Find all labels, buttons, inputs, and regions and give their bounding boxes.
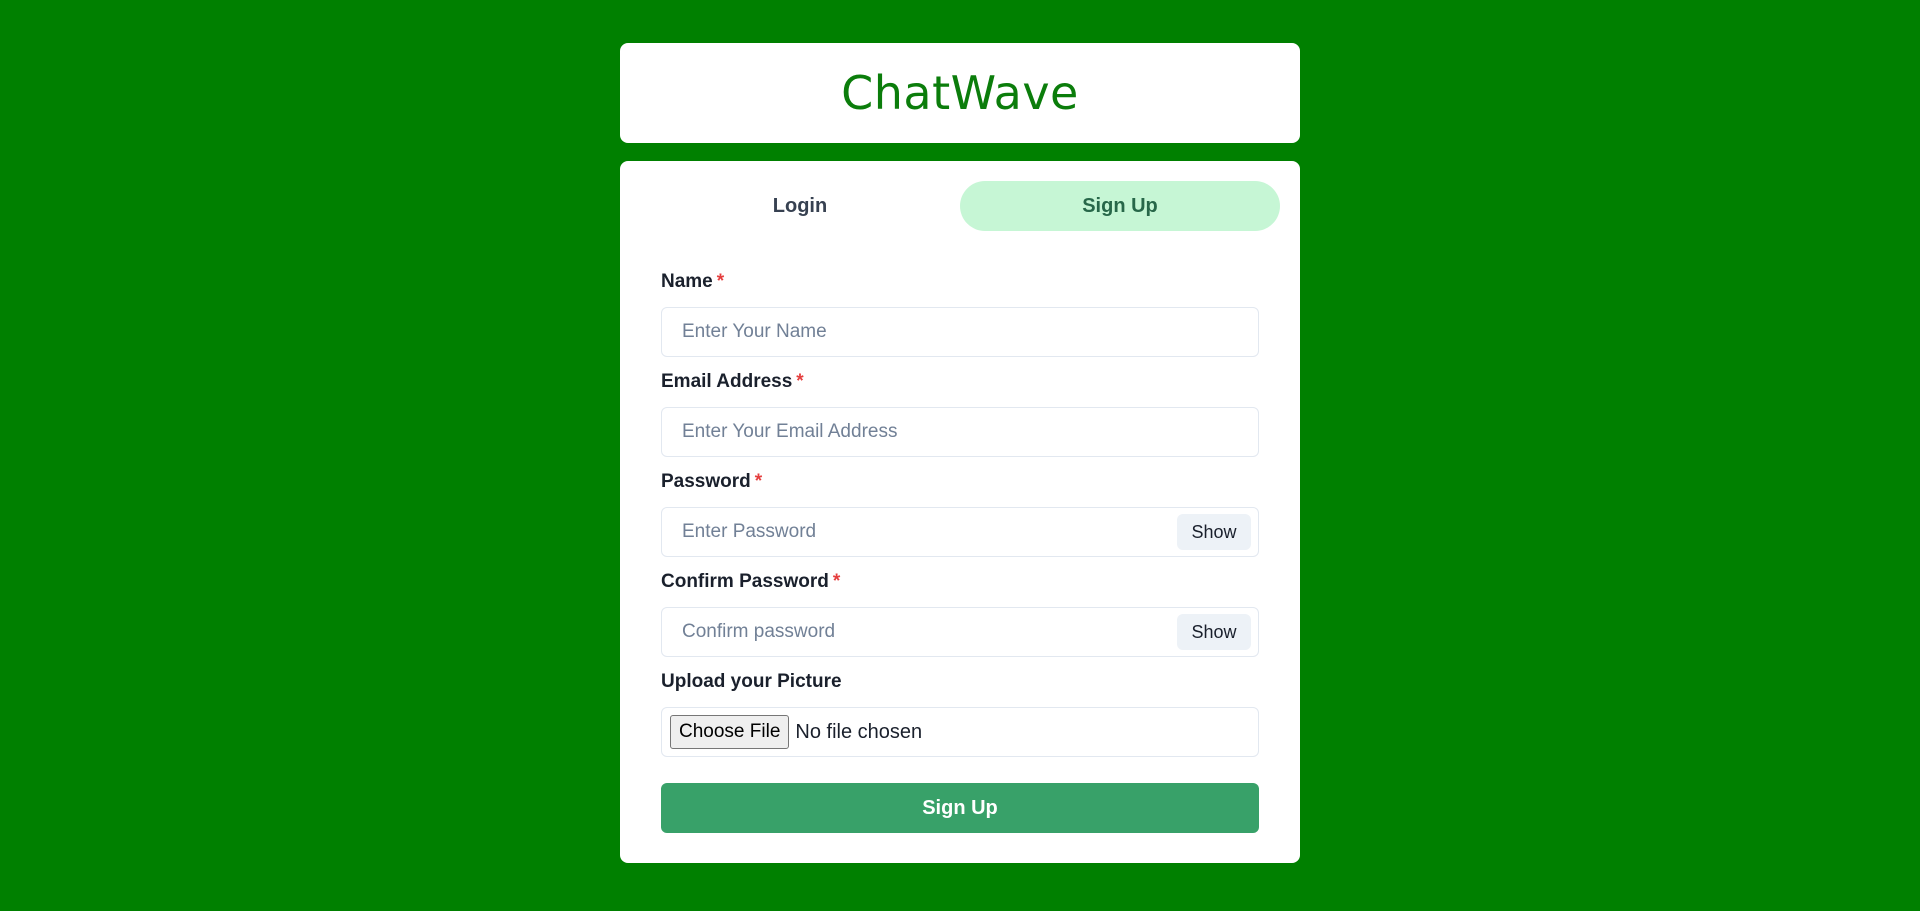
header-card: ChatWave bbox=[620, 43, 1300, 143]
required-mark: * bbox=[754, 471, 763, 492]
app-title: ChatWave bbox=[841, 66, 1079, 120]
name-label-text: Name bbox=[661, 271, 713, 292]
picture-input-wrapper: Choose File No file chosen bbox=[661, 707, 1259, 757]
show-confirm-password-button[interactable]: Show bbox=[1177, 614, 1251, 650]
name-input-wrapper bbox=[661, 307, 1259, 357]
auth-container: ChatWave Login Sign Up Name* Email Addre… bbox=[620, 43, 1300, 863]
confirm-password-input[interactable] bbox=[662, 608, 1258, 656]
tab-sign-up[interactable]: Sign Up bbox=[960, 181, 1280, 231]
name-input[interactable] bbox=[662, 308, 1258, 356]
email-field: Email Address * bbox=[661, 371, 1259, 457]
file-status-text: No file chosen bbox=[795, 720, 923, 743]
email-label: Email Address * bbox=[661, 371, 1259, 397]
password-label: Password * bbox=[661, 471, 1259, 497]
picture-label: Upload your Picture bbox=[661, 671, 842, 692]
confirm-password-label: Confirm Password * bbox=[661, 571, 1259, 597]
show-password-button[interactable]: Show bbox=[1177, 514, 1251, 550]
password-field: Password * Show bbox=[661, 471, 1259, 557]
sign-up-submit-button[interactable]: Sign Up bbox=[661, 783, 1259, 833]
password-input-wrapper: Show bbox=[661, 507, 1259, 557]
auth-card: Login Sign Up Name* Email Address* bbox=[620, 161, 1300, 863]
confirm-password-input-wrapper: Show bbox=[661, 607, 1259, 657]
sign-up-form: Name* Email Address* Password* bbox=[661, 271, 1259, 833]
tab-login[interactable]: Login bbox=[640, 181, 960, 231]
auth-tabs: Login Sign Up bbox=[640, 181, 1280, 231]
email-label-text: Email Address bbox=[661, 371, 793, 392]
email-input-wrapper bbox=[661, 407, 1259, 457]
choose-file-button[interactable]: Choose File bbox=[670, 715, 790, 749]
password-label-text: Password bbox=[661, 471, 751, 492]
confirm-password-field: Confirm Password * Show bbox=[661, 571, 1259, 657]
name-field: Name * bbox=[661, 271, 1259, 357]
email-input[interactable] bbox=[662, 408, 1258, 456]
confirm-password-label-text: Confirm Password bbox=[661, 571, 829, 592]
picture-field: Upload your Picture Choose File No file … bbox=[661, 671, 1259, 757]
password-input[interactable] bbox=[662, 508, 1258, 556]
required-mark: * bbox=[832, 571, 841, 592]
name-label: Name * bbox=[661, 271, 1259, 297]
required-mark: * bbox=[796, 371, 804, 392]
required-mark: * bbox=[716, 271, 725, 292]
